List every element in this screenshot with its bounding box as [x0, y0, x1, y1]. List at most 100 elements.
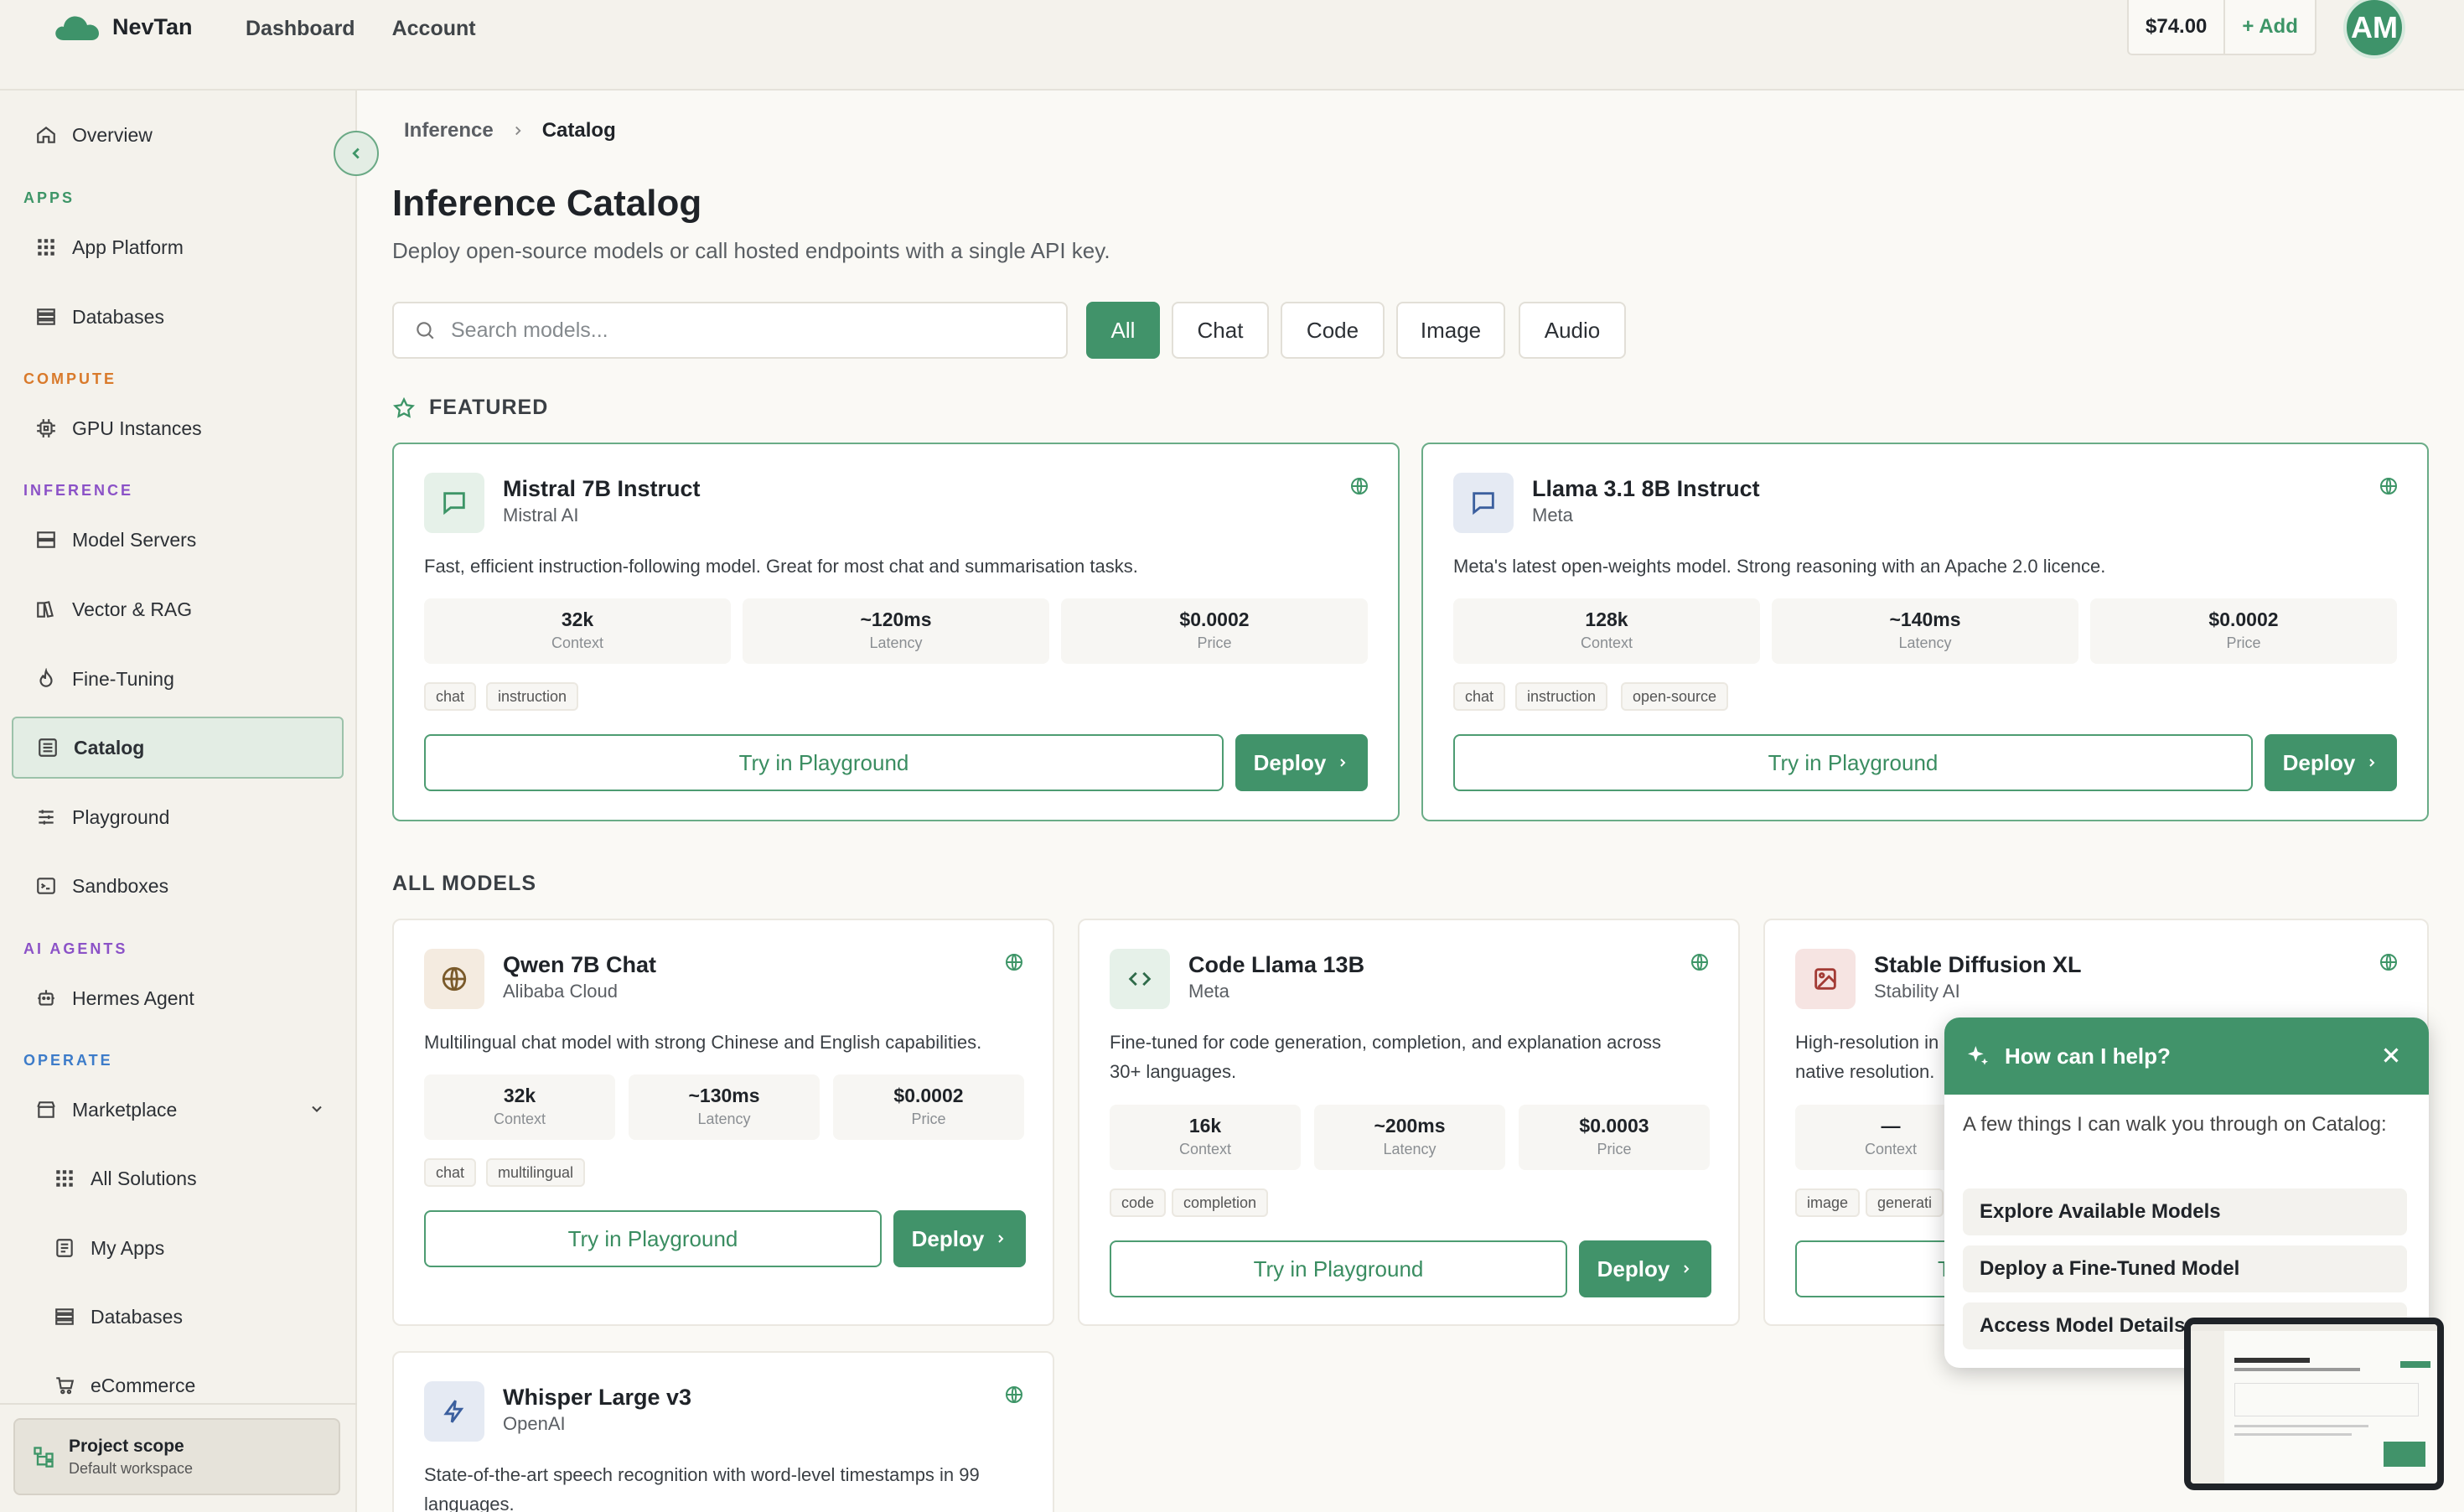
globe-icon: [1691, 954, 1708, 971]
filter-audio[interactable]: Audio: [1519, 302, 1626, 359]
stat-context: 16k Context: [1110, 1105, 1301, 1170]
model-name: Llama 3.1 8B Instruct: [1532, 476, 1760, 501]
model-icon: [424, 473, 484, 533]
screenshot-preview-image: [2191, 1324, 2437, 1484]
help-header: How can I help?: [1944, 1017, 2429, 1095]
page-subtitle: Deploy open-source models or call hosted…: [392, 238, 1110, 263]
model-card-mistral[interactable]: Mistral 7B Instruct Mistral AI Fast, eff…: [392, 443, 1400, 821]
try-in-playground-button[interactable]: Try in Playground: [424, 1210, 882, 1267]
book-icon: [37, 601, 54, 618]
search-input[interactable]: [451, 318, 1038, 343]
model-icon: [1453, 473, 1514, 533]
filter-image[interactable]: Image: [1396, 302, 1505, 359]
sidebar-item-playground[interactable]: Playground: [12, 786, 344, 848]
stat-context: 128k Context: [1453, 598, 1760, 664]
globe-icon: [1351, 478, 1368, 495]
filter-all[interactable]: All: [1086, 302, 1160, 359]
chip-icon: [37, 419, 55, 438]
deploy-button[interactable]: Deploy: [1579, 1240, 1711, 1297]
sidebar-item-marketplace[interactable]: Marketplace: [12, 1079, 344, 1141]
section-apps: APPS: [23, 189, 75, 206]
sidebar-item-label: Marketplace: [72, 1098, 178, 1121]
tag: instruction: [486, 682, 579, 711]
section-ai-agents: AI AGENTS: [23, 940, 128, 957]
database-icon: [55, 1308, 74, 1325]
sparkles-icon: [1968, 1046, 1988, 1065]
deploy-button[interactable]: Deploy: [1235, 734, 1368, 791]
model-description: Multilingual chat model with strong Chin…: [424, 1032, 982, 1053]
sidebar-item-ecommerce[interactable]: eCommerce: [12, 1354, 344, 1416]
close-icon[interactable]: [2379, 1043, 2404, 1068]
home-icon: [37, 126, 55, 143]
sliders-icon: [39, 810, 54, 825]
model-name: Code Llama 13B: [1188, 952, 1365, 977]
filter-code[interactable]: Code: [1281, 302, 1385, 359]
deploy-button[interactable]: Deploy: [2265, 734, 2397, 791]
stat-price: $0.0002 Price: [2090, 598, 2397, 664]
breadcrumb-inference[interactable]: Inference: [404, 119, 494, 142]
help-option-deploy[interactable]: Deploy a Fine-Tuned Model: [1963, 1245, 2407, 1292]
sidebar-item-vector-rag[interactable]: Vector & RAG: [12, 578, 344, 640]
model-icon: [1795, 949, 1856, 1009]
sidebar-item-all-solutions[interactable]: All Solutions: [12, 1147, 344, 1209]
tag: multilingual: [486, 1158, 586, 1187]
tag: chat: [424, 1158, 477, 1187]
model-description: Fast, efficient instruction-following mo…: [424, 556, 1138, 577]
try-in-playground-button[interactable]: Try in Playground: [424, 734, 1224, 791]
stat-context: 32k Context: [424, 1074, 615, 1140]
model-description: Fine-tuned for code generation, completi…: [1110, 1032, 1661, 1082]
sidebar-item-label: Playground: [72, 805, 170, 828]
model-card-code-llama[interactable]: Code Llama 13B Meta Fine-tuned for code …: [1078, 919, 1740, 1326]
model-org: Alibaba Cloud: [503, 981, 618, 1002]
model-card-whisper[interactable]: Whisper Large v3 OpenAI State-of-the-art…: [392, 1351, 1054, 1512]
chevron-left-icon: [352, 148, 360, 159]
filter-chat[interactable]: Chat: [1172, 302, 1269, 359]
screenshot-preview[interactable]: [2184, 1318, 2444, 1490]
project-scope-selector[interactable]: Project scope Default workspace: [13, 1418, 340, 1495]
sidebar-item-sandboxes[interactable]: Sandboxes: [12, 855, 344, 917]
sidebar-item-app-platform[interactable]: App Platform: [12, 216, 344, 278]
help-option-explore[interactable]: Explore Available Models: [1963, 1188, 2407, 1235]
nav-dashboard[interactable]: Dashboard: [246, 17, 355, 41]
stat-price: $0.0002 Price: [833, 1074, 1024, 1140]
lightning-icon: [443, 1400, 464, 1423]
search-box[interactable]: [392, 302, 1068, 359]
sidebar-item-databases[interactable]: Databases: [12, 286, 344, 348]
model-card-qwen[interactable]: Qwen 7B Chat Alibaba Cloud Multilingual …: [392, 919, 1054, 1326]
tag: completion: [1172, 1188, 1269, 1217]
nav-account[interactable]: Account: [392, 17, 476, 41]
try-in-playground-button[interactable]: Try in Playground: [1110, 1240, 1567, 1297]
app-name: NevTan: [112, 13, 193, 39]
try-in-playground-button[interactable]: Try in Playground: [1453, 734, 2253, 791]
sidebar-item-hermes-agent[interactable]: Hermes Agent: [12, 967, 344, 1029]
avatar[interactable]: AM: [2343, 0, 2405, 59]
model-icon: [424, 949, 484, 1009]
model-org: Stability AI: [1874, 981, 1960, 1002]
search-icon: [417, 322, 434, 339]
grid-icon: [38, 239, 54, 256]
help-intro: A few things I can walk you through on C…: [1963, 1113, 2387, 1136]
sidebar-item-label: Fine-Tuning: [72, 667, 174, 690]
sidebar-item-label: eCommerce: [91, 1374, 196, 1396]
brand[interactable]: NevTan: [54, 12, 193, 42]
sidebar-item-overview[interactable]: Overview: [12, 104, 344, 166]
globe-icon: [2380, 478, 2397, 495]
sidebar-item-catalog[interactable]: Catalog: [12, 717, 344, 779]
balance-amount: $74.00: [2129, 0, 2226, 54]
sidebar-item-label: All Solutions: [91, 1167, 197, 1189]
model-org: Meta: [1532, 505, 1573, 526]
model-card-llama[interactable]: Llama 3.1 8B Instruct Meta Meta's latest…: [1421, 443, 2429, 821]
sidebar-item-fine-tuning[interactable]: Fine-Tuning: [12, 648, 344, 710]
sidebar-item-gpu-instances[interactable]: GPU Instances: [12, 397, 344, 459]
sidebar-item-my-apps[interactable]: My Apps: [12, 1217, 344, 1279]
collapse-sidebar-button[interactable]: [334, 131, 379, 176]
add-funds-button[interactable]: + Add: [2225, 0, 2314, 54]
model-name: Stable Diffusion XL: [1874, 952, 2082, 977]
top-bar: NevTan Dashboard Account $74.00 + Add AM: [0, 0, 2464, 91]
chevron-right-icon: [515, 126, 521, 136]
sidebar-item-databases-operate[interactable]: Databases: [12, 1286, 344, 1348]
sidebar-item-model-servers[interactable]: Model Servers: [12, 509, 344, 571]
chevron-right-icon: [2369, 759, 2375, 767]
deploy-button[interactable]: Deploy: [893, 1210, 1026, 1267]
flame-icon: [39, 668, 53, 687]
